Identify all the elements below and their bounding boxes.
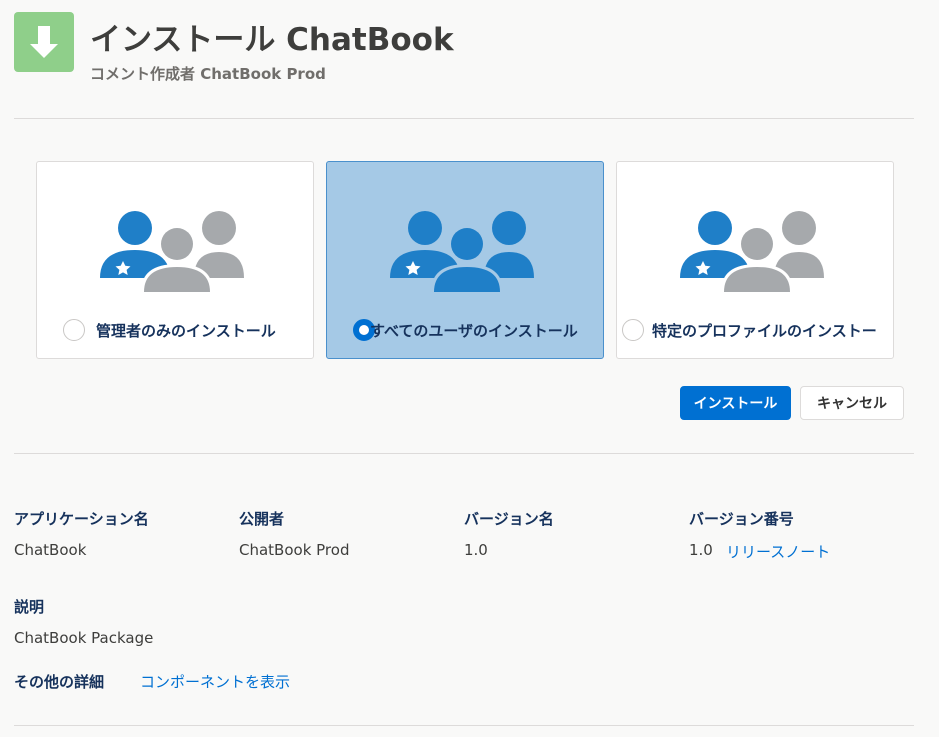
install-option-label: すべてのユーザのインストール: [370, 322, 578, 340]
install-option-all-users[interactable]: すべてのユーザのインストール: [326, 161, 604, 359]
version-name-value: 1.0: [464, 541, 488, 559]
users-group-icon: [390, 211, 534, 292]
install-option-admins-only[interactable]: 管理者のみのインストール: [36, 161, 314, 359]
app-name-label: アプリケーション名: [14, 510, 149, 528]
install-option-label: 管理者のみのインストール: [96, 322, 276, 340]
download-arrow-icon: [30, 26, 58, 58]
description-label: 説明: [14, 598, 45, 616]
cancel-button[interactable]: キャンセル: [800, 386, 904, 420]
section-divider: [14, 453, 914, 454]
release-notes-link[interactable]: リリースノート: [726, 541, 830, 562]
app-name-value: ChatBook: [14, 541, 87, 559]
radio-specific-profiles[interactable]: [622, 319, 644, 341]
publisher-value: ChatBook Prod: [239, 541, 350, 559]
install-button[interactable]: インストール: [680, 386, 791, 420]
version-number-label: バージョン番号: [689, 510, 794, 528]
publisher-label: 公開者: [239, 510, 285, 528]
view-components-link[interactable]: コンポーネントを表示: [140, 671, 290, 692]
version-number-value: 1.0: [689, 541, 713, 559]
install-option-label: 特定のプロファイルのインストー: [652, 322, 877, 340]
footer-divider: [14, 725, 914, 726]
page-subtitle: コメント作成者 ChatBook Prod: [90, 65, 326, 83]
radio-admins-only[interactable]: [63, 319, 85, 341]
description-value: ChatBook Package: [14, 629, 154, 647]
other-details-label: その他の詳細: [14, 673, 105, 691]
users-group-icon: [100, 211, 244, 292]
install-option-specific-profiles[interactable]: 特定のプロファイルのインストー: [616, 161, 894, 359]
page-title: インストール ChatBook: [90, 22, 454, 58]
version-name-label: バージョン名: [464, 510, 554, 528]
users-group-icon: [680, 211, 824, 292]
app-install-icon: [14, 12, 74, 72]
header-divider: [14, 118, 914, 119]
